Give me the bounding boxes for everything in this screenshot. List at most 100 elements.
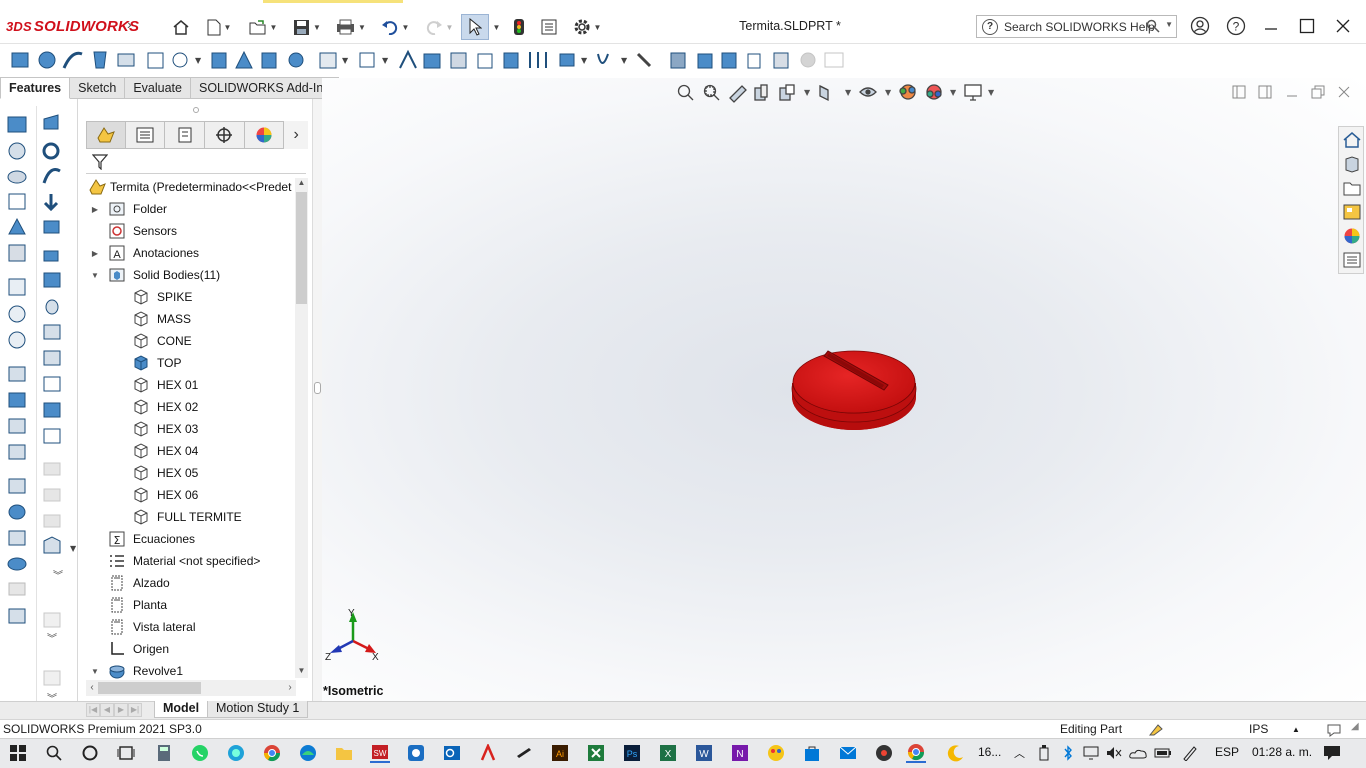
whatsapp-app-icon[interactable] xyxy=(190,743,210,763)
hole-wizard-tool-icon[interactable] xyxy=(172,52,188,68)
column1-loft-icon[interactable] xyxy=(7,170,27,184)
column1-body-icon[interactable] xyxy=(8,392,26,408)
volume-mute-icon[interactable] xyxy=(1104,743,1124,763)
dynamic-annotation-icon[interactable] xyxy=(779,84,795,101)
loft-tool-icon[interactable] xyxy=(93,51,107,69)
action-center-icon[interactable] xyxy=(1322,743,1342,763)
excel-app-icon[interactable]: X xyxy=(658,743,678,763)
column1-sweep-icon[interactable] xyxy=(8,193,26,210)
tree-item-hex-01[interactable]: HEX 01 xyxy=(86,374,296,396)
tree-vertical-scrollbar[interactable]: ▲ ▼ xyxy=(295,178,308,678)
outlook-app-icon[interactable] xyxy=(442,743,462,763)
column2-split-icon[interactable] xyxy=(43,428,61,444)
wrap-tool-icon[interactable] xyxy=(477,53,493,69)
move-face-tool-icon[interactable] xyxy=(747,53,761,69)
file-explorer-app-icon[interactable] xyxy=(334,743,354,763)
linear-pattern-tool-icon[interactable] xyxy=(359,52,375,68)
column2-fillet-icon[interactable] xyxy=(43,250,59,262)
curves-tool-icon[interactable] xyxy=(597,53,609,64)
tree-item-spike[interactable]: SPIKE xyxy=(86,286,296,308)
scroll-right-icon[interactable]: › xyxy=(284,680,296,696)
part-model-top[interactable] xyxy=(790,337,918,433)
weather-moon-icon[interactable] xyxy=(946,743,966,763)
paint-app-icon[interactable] xyxy=(766,743,786,763)
usb-device-icon[interactable] xyxy=(1034,743,1054,763)
zoom-to-area-icon[interactable] xyxy=(703,84,720,101)
taskbar-search-icon[interactable] xyxy=(44,743,64,763)
viewport-close-icon[interactable] xyxy=(1337,85,1353,99)
collapse-arrow-icon[interactable]: ▼ xyxy=(90,667,100,676)
reference-geometry-tool-icon[interactable] xyxy=(559,53,575,67)
column2-box-icon[interactable] xyxy=(43,536,61,554)
column2-more-chevron-icon[interactable]: ︾ xyxy=(53,570,63,582)
tree-item-hex-03[interactable]: HEX 03 xyxy=(86,418,296,440)
last-tab-icon[interactable]: ▶| xyxy=(128,703,142,717)
tab-sketch[interactable]: Sketch xyxy=(70,77,126,99)
word-app-icon[interactable]: W xyxy=(694,743,714,763)
column1-mate-icon[interactable] xyxy=(8,418,26,434)
column2-dome-icon[interactable] xyxy=(45,299,59,315)
view-orientation-icon[interactable] xyxy=(819,84,829,102)
column1-disabled-icon[interactable] xyxy=(8,582,26,596)
column1-dome-icon[interactable] xyxy=(8,504,26,520)
tree-item-full-termite[interactable]: FULL TERMITE xyxy=(86,506,296,528)
chrome-app-icon[interactable] xyxy=(262,743,282,763)
system-clock[interactable]: 01:28 a. m. xyxy=(1252,745,1312,759)
cut-boundary-tool-icon[interactable] xyxy=(288,52,304,68)
tree-item-hex-06[interactable]: HEX 06 xyxy=(86,484,296,506)
cut-extrude-tool-icon[interactable] xyxy=(147,52,164,69)
first-tab-icon[interactable]: |◀ xyxy=(86,703,100,717)
tree-item-revolve1[interactable]: ▼ Revolve1 xyxy=(86,660,296,680)
windows-start-icon[interactable] xyxy=(8,743,28,763)
column1-plane-icon[interactable] xyxy=(8,278,26,296)
image-tool-icon[interactable] xyxy=(824,52,844,68)
column1-wrap-icon[interactable] xyxy=(7,557,27,571)
filter-funnel-icon[interactable] xyxy=(92,154,108,170)
tab-solidworks-add-ins[interactable]: SOLIDWORKS Add-Ins xyxy=(190,77,339,99)
menu-expand-chevron-icon[interactable]: › xyxy=(127,16,141,36)
column2-rib-icon[interactable] xyxy=(43,350,61,366)
solidworks-app-icon[interactable]: SW xyxy=(370,743,390,763)
show-hidden-icons-chevron-icon[interactable]: ︿ xyxy=(1014,745,1025,761)
column2-chamfer-icon[interactable] xyxy=(43,272,61,288)
column2-revolved-icon[interactable] xyxy=(42,142,60,160)
tree-item-ecuaciones[interactable]: Σ Ecuaciones xyxy=(86,528,296,550)
edit-appearance-icon[interactable] xyxy=(926,84,942,100)
onedrive-icon[interactable] xyxy=(1128,743,1148,763)
minimize-button[interactable] xyxy=(1256,12,1286,40)
column2-copy-icon[interactable] xyxy=(43,670,61,686)
cortana-icon[interactable] xyxy=(80,743,100,763)
display-settings-icon[interactable] xyxy=(964,84,982,101)
battery-icon[interactable] xyxy=(1153,743,1173,763)
tree-filter[interactable] xyxy=(86,150,306,174)
tree-item-anotaciones[interactable]: ▶ A Anotaciones xyxy=(86,242,296,264)
rapid-sketch-tool-icon[interactable] xyxy=(670,52,686,69)
tree-horizontal-scrollbar[interactable]: ‹ › xyxy=(86,680,296,696)
quick-tips-icon[interactable] xyxy=(1326,721,1342,737)
photoshop-app-icon[interactable]: Ps xyxy=(622,743,642,763)
expand-arrow-icon[interactable]: ▶ xyxy=(90,205,100,214)
intersect-tool-icon[interactable] xyxy=(503,52,519,69)
fillet-tool-icon[interactable] xyxy=(319,52,337,69)
rib-tool-icon[interactable] xyxy=(399,49,417,69)
column1-surface-icon[interactable] xyxy=(8,244,26,262)
tree-item-origen[interactable]: Origen xyxy=(86,638,296,660)
account-button[interactable] xyxy=(1185,12,1215,40)
search-icon[interactable] xyxy=(1146,19,1160,33)
custom-properties-icon[interactable] xyxy=(1342,251,1362,269)
options-button[interactable]: ▼ xyxy=(568,14,606,40)
instant3d-tool-icon[interactable] xyxy=(636,52,652,68)
viewport-tile-right-icon[interactable] xyxy=(1258,85,1274,99)
maximize-button[interactable] xyxy=(1292,12,1322,40)
column1-boundary-icon[interactable] xyxy=(8,217,26,235)
horizontal-scroll-thumb[interactable] xyxy=(98,682,201,694)
expand-arrow-icon[interactable]: ▶ xyxy=(90,249,100,258)
tree-item-folder[interactable]: ▶ Folder xyxy=(86,198,296,220)
bluetooth-icon[interactable] xyxy=(1058,743,1078,763)
column1-feature-icon[interactable] xyxy=(8,444,26,460)
column2-shell-icon[interactable] xyxy=(43,324,61,340)
select-button[interactable] xyxy=(461,14,489,40)
network-icon[interactable] xyxy=(1081,743,1101,763)
file-explorer-icon[interactable] xyxy=(1342,179,1362,197)
sweep-tool-icon[interactable] xyxy=(62,51,83,69)
